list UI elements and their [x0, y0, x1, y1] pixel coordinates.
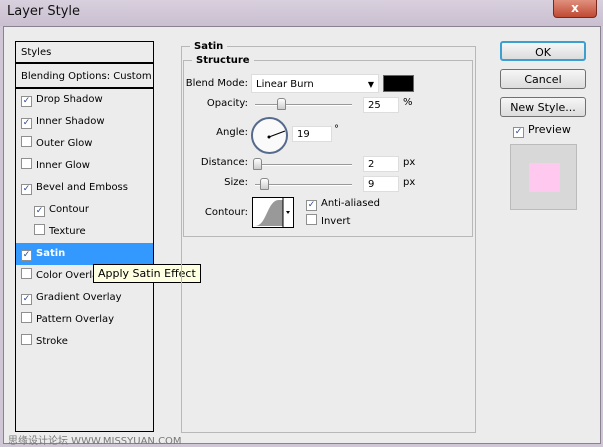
size-input[interactable]: 9 — [363, 176, 399, 192]
checkbox[interactable] — [21, 136, 32, 147]
checkbox[interactable]: ✓ — [21, 118, 32, 129]
style-item-label: Outer Glow — [36, 138, 93, 149]
preview-checkbox[interactable]: ✓ Preview — [513, 123, 571, 138]
angle-input[interactable]: 19 — [292, 126, 332, 142]
style-item-label: Inner Glow — [36, 160, 90, 171]
blend-mode-value: Linear Burn — [256, 79, 314, 90]
angle-dial[interactable] — [251, 117, 288, 154]
anti-aliased-label: Anti-aliased — [321, 198, 381, 209]
style-item-outer-glow[interactable]: Outer Glow — [16, 133, 153, 155]
opacity-input[interactable]: 25 — [363, 97, 399, 113]
style-item-label: Contour — [49, 204, 89, 215]
contour-curve-icon — [255, 198, 290, 227]
chevron-down-icon: ▼ — [367, 80, 374, 89]
anti-aliased-checkbox[interactable]: ✓ Anti-aliased — [306, 198, 380, 211]
distance-input[interactable]: 2 — [363, 156, 399, 172]
checkbox[interactable] — [21, 334, 32, 345]
ok-button[interactable]: OK — [500, 41, 586, 61]
invert-checkbox[interactable]: Invert — [306, 214, 350, 227]
style-item-texture[interactable]: Texture — [16, 221, 153, 243]
color-swatch[interactable] — [383, 75, 414, 92]
opacity-label: Opacity: — [206, 98, 248, 109]
new-style-button[interactable]: New Style... — [500, 97, 586, 117]
checkbox[interactable]: ✓ — [21, 96, 32, 107]
style-item-gradient-overlay[interactable]: ✓ Gradient Overlay — [16, 287, 153, 309]
preview-swatch — [529, 163, 560, 192]
preview-label: Preview — [528, 123, 571, 136]
watermark: 思缘设计论坛 WWW.MISSYUAN.COM — [8, 436, 182, 447]
style-item-label: Bevel and Emboss — [36, 182, 128, 193]
size-unit: px — [403, 177, 416, 188]
style-item-label: Drop Shadow — [36, 94, 103, 105]
style-item-stroke[interactable]: Stroke — [16, 331, 153, 353]
structure-title: Structure — [196, 55, 250, 66]
checkbox[interactable]: ✓ — [34, 206, 45, 217]
style-item-inner-shadow[interactable]: ✓ Inner Shadow — [16, 111, 153, 133]
invert-label: Invert — [321, 216, 351, 227]
size-slider-thumb[interactable] — [260, 178, 269, 190]
distance-slider[interactable] — [255, 164, 352, 166]
style-item-label: Stroke — [36, 336, 68, 347]
opacity-unit: % — [403, 97, 413, 108]
contour-picker[interactable] — [252, 197, 294, 228]
preview-thumbnail — [510, 144, 577, 210]
checkbox[interactable] — [21, 268, 32, 279]
checkbox[interactable]: ✓ — [21, 250, 32, 261]
checkbox[interactable]: ✓ — [21, 294, 32, 305]
styles-header[interactable]: Styles — [16, 42, 153, 64]
style-item-label: Inner Shadow — [36, 116, 105, 127]
angle-label: Angle: — [216, 127, 248, 138]
opacity-slider-thumb[interactable] — [277, 98, 286, 110]
distance-label: Distance: — [200, 157, 248, 168]
distance-unit: px — [403, 157, 416, 168]
blend-mode-label: Blend Mode: — [185, 78, 248, 89]
blend-mode-select[interactable]: Linear Burn ▼ — [251, 74, 379, 93]
size-slider[interactable] — [255, 184, 352, 186]
satin-title: Satin — [194, 41, 224, 52]
style-item-label: Pattern Overlay — [36, 314, 115, 325]
opacity-slider[interactable] — [255, 104, 352, 106]
style-item-satin[interactable]: ✓ Satin — [16, 243, 153, 265]
distance-slider-thumb[interactable] — [253, 158, 262, 170]
style-item-bevel-and-emboss[interactable]: ✓ Bevel and Emboss — [16, 177, 153, 199]
checkbox[interactable] — [21, 158, 32, 169]
style-item-label: Gradient Overlay — [36, 292, 122, 303]
cancel-button[interactable]: Cancel — [500, 69, 586, 89]
style-item-inner-glow[interactable]: Inner Glow — [16, 155, 153, 177]
styles-list: Styles Blending Options: Custom ✓ Drop Sh… — [15, 41, 154, 432]
window-title: Layer Style — [7, 4, 81, 19]
checkbox[interactable] — [21, 312, 32, 323]
contour-label: Contour: — [204, 207, 248, 218]
angle-unit: ° — [334, 124, 339, 135]
blending-options[interactable]: Blending Options: Custom — [16, 66, 153, 89]
style-item-contour[interactable]: ✓ Contour — [16, 199, 153, 221]
checkbox[interactable]: ✓ — [21, 184, 32, 195]
style-item-label: Texture — [49, 226, 86, 237]
checkbox[interactable] — [34, 224, 45, 235]
style-item-label: Satin — [36, 248, 66, 259]
close-button[interactable]: x — [553, 0, 597, 18]
style-item-pattern-overlay[interactable]: Pattern Overlay — [16, 309, 153, 331]
size-label: Size: — [224, 177, 248, 188]
style-item-drop-shadow[interactable]: ✓ Drop Shadow — [16, 89, 153, 111]
title-bar — [0, 0, 603, 26]
angle-needle-icon — [267, 130, 286, 139]
